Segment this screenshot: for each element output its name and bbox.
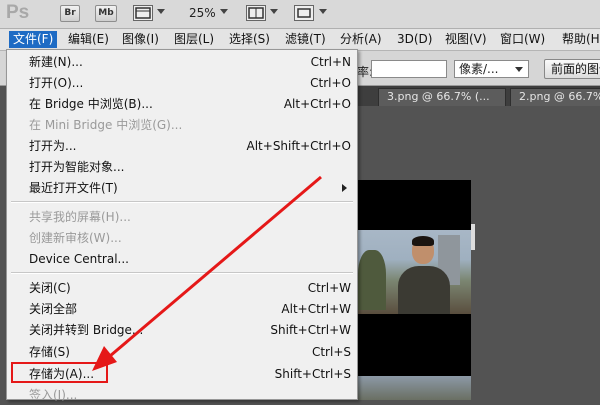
shortcut: Alt+Shift+Ctrl+O (246, 139, 351, 153)
menu-item-label: 打开为智能对象... (29, 160, 125, 174)
unit-select[interactable]: 像素/... (454, 60, 529, 78)
menu-item-close-all[interactable]: 关闭全部 Alt+Ctrl+W (29, 299, 351, 319)
frame-icon (135, 7, 151, 19)
file-menu-dropdown: 新建(N)... Ctrl+N 打开(O)... Ctrl+O 在 Bridge 中… (6, 49, 358, 402)
menu-window[interactable]: 窗口(W) (496, 31, 549, 48)
menu-item-browse-mini-bridge: 在 Mini Bridge 中浏览(G)... (29, 115, 351, 135)
photo-frame-lower (358, 376, 471, 400)
shortcut: Ctrl+S (311, 345, 351, 359)
canvas-area (358, 106, 600, 400)
menu-divider (11, 201, 353, 203)
menu-item-label: 最近打开文件(T) (29, 181, 118, 195)
menu-item-browse-bridge[interactable]: 在 Bridge 中浏览(B)... Alt+Ctrl+O (29, 94, 351, 114)
front-image-button[interactable]: 前面的图像 (544, 59, 600, 79)
menu-view[interactable]: 视图(V) (441, 31, 491, 48)
menu-item-label: 创建新审核(W)... (29, 231, 122, 245)
menu-edit[interactable]: 编辑(E) (64, 31, 113, 48)
chevron-down-icon[interactable] (157, 9, 165, 14)
menu-item-create-review: 创建新审核(W)... (29, 228, 351, 248)
menu-item-check-in: 签入(I)... (29, 385, 351, 405)
shortcut: Shift+Ctrl+W (270, 323, 351, 337)
document-tabs: 3.png @ 66.7% (... 2.png @ 66.7% (358, 86, 600, 106)
menu-item-label: 存储(S) (29, 345, 70, 359)
shortcut: Ctrl+W (307, 281, 351, 295)
mini-bridge-button[interactable]: Mb (95, 5, 117, 22)
menu-item-close-go-bridge[interactable]: 关闭并转到 Bridge... Shift+Ctrl+W (29, 320, 351, 340)
bridge-button[interactable]: Br (60, 5, 80, 22)
photoshop-logo: Ps (6, 2, 30, 23)
menu-item-device-central[interactable]: Device Central... (29, 249, 351, 269)
menu-item-label: 关闭(C) (29, 281, 71, 295)
menu-item-label: 打开(O)... (29, 76, 84, 90)
menu-item-save[interactable]: 存储(S) Ctrl+S (29, 342, 351, 362)
menu-item-new[interactable]: 新建(N)... Ctrl+N (29, 52, 351, 72)
shortcut: Alt+Ctrl+W (281, 302, 351, 316)
tab-2-png[interactable]: 2.png @ 66.7% (510, 88, 600, 106)
view-extras-button[interactable] (133, 5, 153, 21)
menu-item-label: 在 Bridge 中浏览(B)... (29, 97, 153, 111)
application-bar: Ps Br Mb 25% (0, 0, 600, 29)
menu-divider (11, 272, 353, 274)
menu-item-label: Device Central... (29, 252, 129, 266)
document-canvas[interactable] (358, 180, 471, 400)
screen-mode-button[interactable] (294, 5, 314, 21)
menu-file[interactable]: 文件(F) (9, 31, 58, 48)
menu-item-label: 关闭并转到 Bridge... (29, 323, 144, 337)
menu-filter[interactable]: 滤镜(T) (281, 31, 330, 48)
menu-3d[interactable]: 3D(D) (393, 31, 436, 48)
chevron-down-icon (515, 67, 523, 72)
shortcut: Ctrl+O (310, 76, 351, 90)
menu-item-label: 共享我的屏幕(H)... (29, 210, 131, 224)
menu-item-open-as[interactable]: 打开为... Alt+Shift+Ctrl+O (29, 136, 351, 156)
menu-item-open-smart-object[interactable]: 打开为智能对象... (29, 157, 351, 177)
menu-item-label: 新建(N)... (29, 55, 83, 69)
shortcut: Ctrl+N (310, 55, 351, 69)
menu-item-recent-files[interactable]: 最近打开文件(T) (29, 178, 351, 198)
tab-3-png[interactable]: 3.png @ 66.7% (... (378, 88, 506, 106)
menu-item-open[interactable]: 打开(O)... Ctrl+O (29, 73, 351, 93)
photo-frame (358, 230, 471, 314)
menu-image[interactable]: 图像(I) (118, 31, 163, 48)
highlight-box (11, 362, 108, 383)
menu-layer[interactable]: 图层(L) (170, 31, 218, 48)
screen-mode-icon (297, 8, 311, 18)
menu-item-label: 打开为... (29, 139, 77, 153)
shortcut: Shift+Ctrl+S (274, 367, 351, 381)
menu-select[interactable]: 选择(S) (225, 31, 274, 48)
chevron-down-icon[interactable] (220, 9, 228, 14)
menu-item-close[interactable]: 关闭(C) Ctrl+W (29, 278, 351, 298)
shortcut: Alt+Ctrl+O (283, 97, 351, 111)
arrange-documents-button[interactable] (246, 5, 266, 21)
menu-item-label: 关闭全部 (29, 302, 78, 316)
resolution-input[interactable] (371, 60, 447, 78)
menu-analysis[interactable]: 分析(A) (336, 31, 386, 48)
unit-select-value: 像素/... (459, 62, 499, 76)
submenu-arrow-icon (342, 184, 347, 192)
menu-help[interactable]: 帮助(H) (558, 31, 600, 48)
chevron-down-icon[interactable] (319, 9, 327, 14)
scroll-thumb[interactable] (471, 224, 475, 250)
zoom-level[interactable]: 25% (189, 6, 216, 20)
chevron-down-icon[interactable] (270, 9, 278, 14)
menu-item-share-screen: 共享我的屏幕(H)... (29, 207, 351, 227)
menu-item-label: 在 Mini Bridge 中浏览(G)... (29, 118, 183, 132)
layout-icon (248, 7, 264, 19)
menu-bar: 文件(F) 编辑(E) 图像(I) 图层(L) 选择(S) 滤镜(T) 分析(A… (0, 29, 600, 51)
